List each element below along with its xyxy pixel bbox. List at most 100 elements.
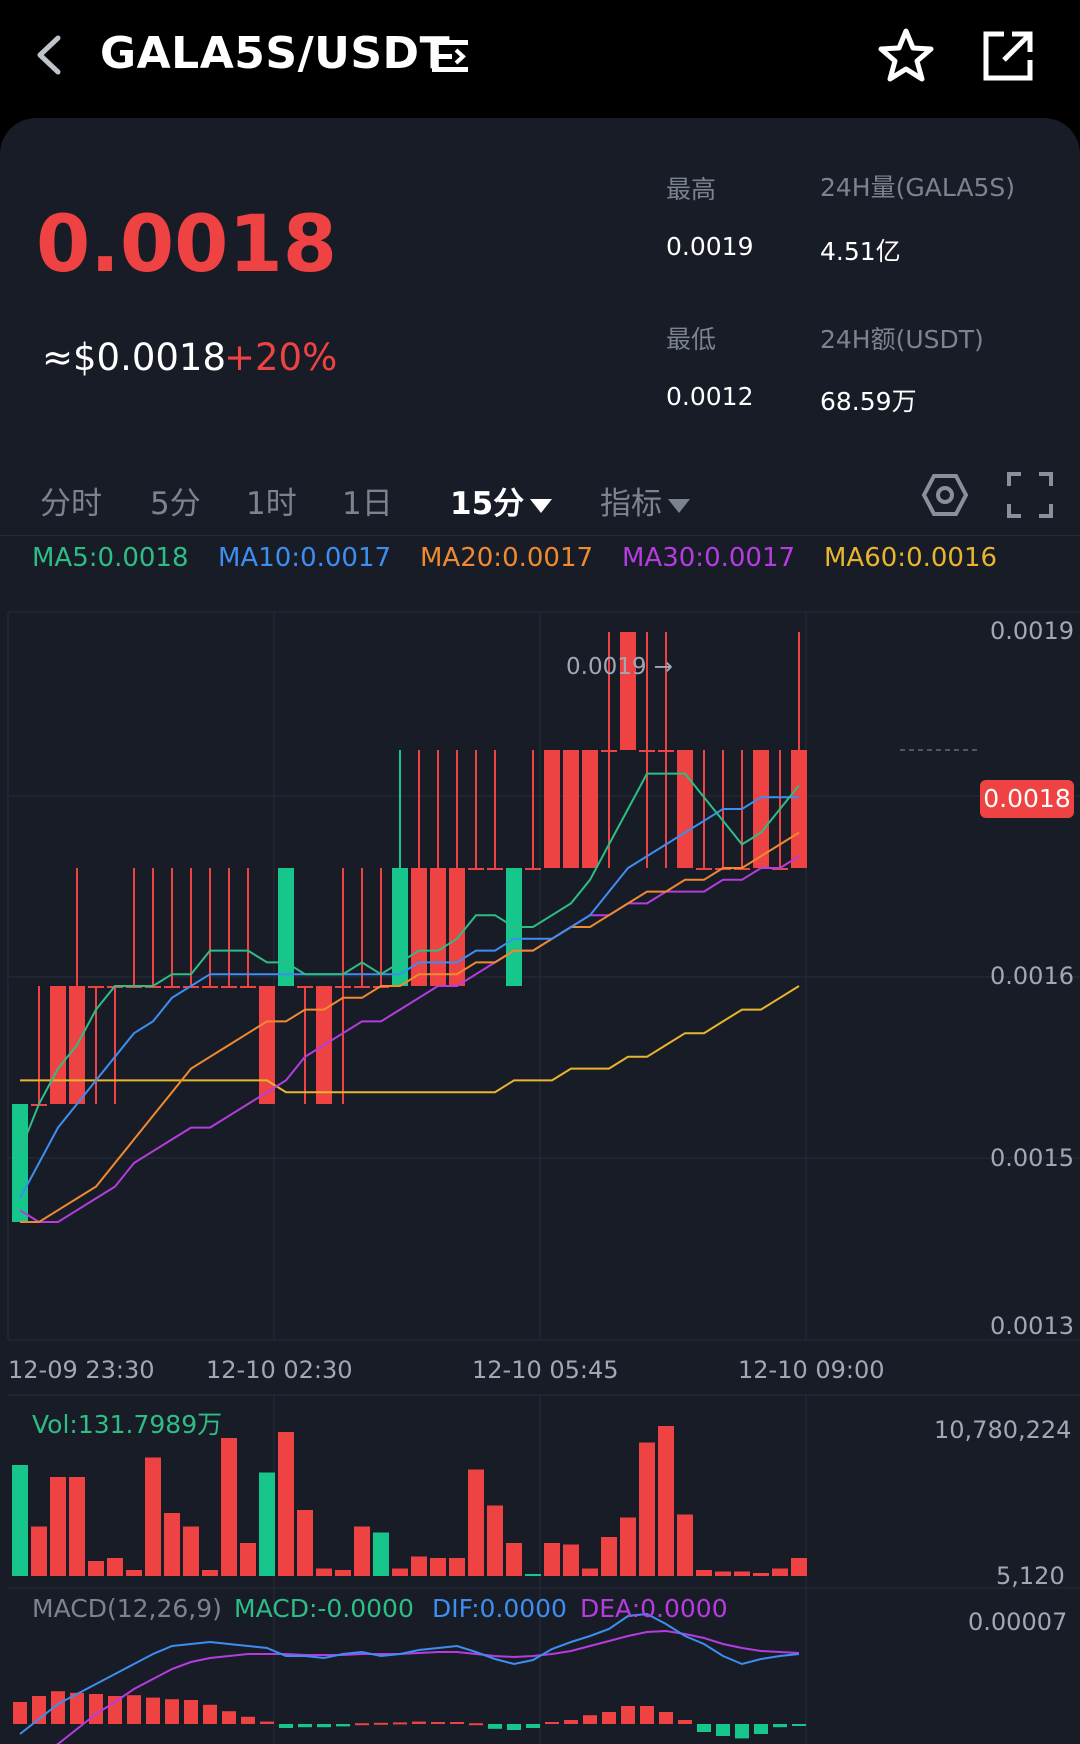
macd-histogram-bar <box>336 1724 350 1727</box>
amount-24h-value: 68.59万 <box>820 387 917 416</box>
tab-15m[interactable]: 15分 <box>450 478 553 523</box>
volume-24h-label: 24H量(GALA5S) <box>820 173 1015 202</box>
price-axis-label: 0.0013 <box>990 1312 1074 1340</box>
chart-settings-icon[interactable] <box>920 470 970 520</box>
back-chevron-icon[interactable] <box>30 30 70 80</box>
pair-title[interactable]: GALA5S/USDT <box>100 28 450 79</box>
macd-histogram-bar <box>279 1724 293 1728</box>
pair-menu-icon[interactable] <box>430 34 474 78</box>
volume-bar <box>734 1571 750 1576</box>
volume-bar <box>601 1537 617 1576</box>
usd-price: ≈$0.0018 <box>42 336 227 379</box>
volume-axis-bottom: 5,120 <box>996 1562 1065 1590</box>
tab-5m[interactable]: 5分 <box>150 478 201 523</box>
candle-body <box>677 750 693 868</box>
volume-bar <box>12 1465 28 1576</box>
volume-bar <box>126 1570 142 1576</box>
ma60-line <box>20 985 800 1094</box>
volume-bar <box>430 1558 446 1576</box>
price-axis-label: 0.0016 <box>990 962 1074 990</box>
last-price: 0.0018 <box>36 200 337 290</box>
macd-histogram-bar <box>374 1722 388 1725</box>
macd-histogram-bar <box>127 1695 141 1724</box>
candle-body <box>791 750 807 868</box>
volume-bar <box>183 1526 199 1576</box>
macd-histogram-bar <box>393 1722 407 1725</box>
candle-body <box>221 986 237 988</box>
macd-histogram-bar <box>108 1696 122 1724</box>
macd-histogram-bar <box>431 1722 445 1724</box>
candle-body <box>50 986 66 1104</box>
macd-histogram-bar <box>621 1706 635 1724</box>
macd-histogram-bar <box>640 1706 654 1724</box>
dea-value: DEA:0.0000 <box>580 1594 728 1623</box>
volume-bar <box>449 1558 465 1576</box>
candle-body <box>563 750 579 868</box>
volume-bar <box>392 1568 408 1576</box>
volume-bar <box>658 1426 674 1576</box>
volume-bar <box>639 1442 655 1576</box>
low-label: 最低 <box>666 325 717 354</box>
volume-axis-top: 10,780,224 <box>934 1416 1072 1444</box>
time-axis-label: 12-10 09:00 <box>738 1356 885 1384</box>
price-axis-label: 0.0015 <box>990 1144 1074 1172</box>
volume-bar <box>164 1513 180 1576</box>
candle-body <box>753 750 769 868</box>
volume-bar <box>69 1477 85 1576</box>
volume-bar <box>715 1571 731 1576</box>
ma30-line <box>19 855 800 1223</box>
time-axis-label: 12-10 05:45 <box>472 1356 619 1384</box>
candle-body <box>639 750 655 752</box>
macd-histogram-bar <box>241 1716 255 1724</box>
macd-histogram-bar <box>545 1722 559 1724</box>
volume-bar <box>50 1477 66 1576</box>
macd-histogram-bar <box>298 1724 312 1728</box>
macd-histogram-bar <box>165 1699 179 1724</box>
price-change: +20% <box>224 336 338 379</box>
macd-histogram-bar <box>13 1702 27 1724</box>
candlestick-chart[interactable] <box>0 600 1080 1744</box>
dea-line <box>55 1629 800 1744</box>
macd-histogram-bar <box>754 1724 768 1734</box>
tab-line[interactable]: 分时 <box>40 478 102 523</box>
tab-indicators[interactable]: 指标 <box>600 478 690 523</box>
divider <box>0 535 1080 536</box>
candle-body <box>354 986 370 988</box>
volume-bar <box>373 1532 389 1576</box>
candle-body <box>278 868 294 986</box>
volume-bar <box>354 1526 370 1576</box>
macd-title: MACD(12,26,9) <box>32 1594 222 1623</box>
macd-histogram-bar <box>507 1724 521 1730</box>
volume-bar <box>297 1510 313 1576</box>
volume-bar <box>772 1568 788 1576</box>
tab-indicators-label: 指标 <box>600 486 662 522</box>
volume-bar <box>107 1558 123 1576</box>
macd-histogram-bar <box>773 1724 787 1728</box>
candle-body <box>259 986 275 1104</box>
candle-body <box>392 868 408 986</box>
macd-histogram-bar <box>222 1711 236 1724</box>
candle-body <box>620 632 636 750</box>
fullscreen-icon[interactable] <box>1005 470 1055 520</box>
candle-body <box>468 868 484 870</box>
share-external-icon[interactable] <box>980 28 1036 84</box>
candle-body <box>487 868 503 870</box>
macd-histogram-bar <box>602 1712 616 1724</box>
volume-bar <box>620 1517 636 1576</box>
favorite-star-icon[interactable] <box>876 26 936 86</box>
volume-24h-value: 4.51亿 <box>820 237 901 266</box>
tab-1d[interactable]: 1日 <box>342 478 393 523</box>
candle-body <box>582 750 598 868</box>
macd-histogram-bar <box>355 1723 369 1726</box>
tab-1h[interactable]: 1时 <box>246 478 297 523</box>
ma10-legend: MA10:0.0017 <box>218 543 392 573</box>
candle-body <box>696 868 712 870</box>
macd-histogram-bar <box>564 1720 578 1724</box>
current-price-tag: 0.0018 <box>980 780 1074 818</box>
dropdown-caret-icon <box>530 498 553 513</box>
volume-bar <box>145 1457 161 1576</box>
volume-bar <box>202 1570 218 1576</box>
time-axis-label: 12-10 02:30 <box>206 1356 353 1384</box>
dif-value: DIF:0.0000 <box>432 1594 567 1623</box>
volume-bar <box>506 1543 522 1576</box>
